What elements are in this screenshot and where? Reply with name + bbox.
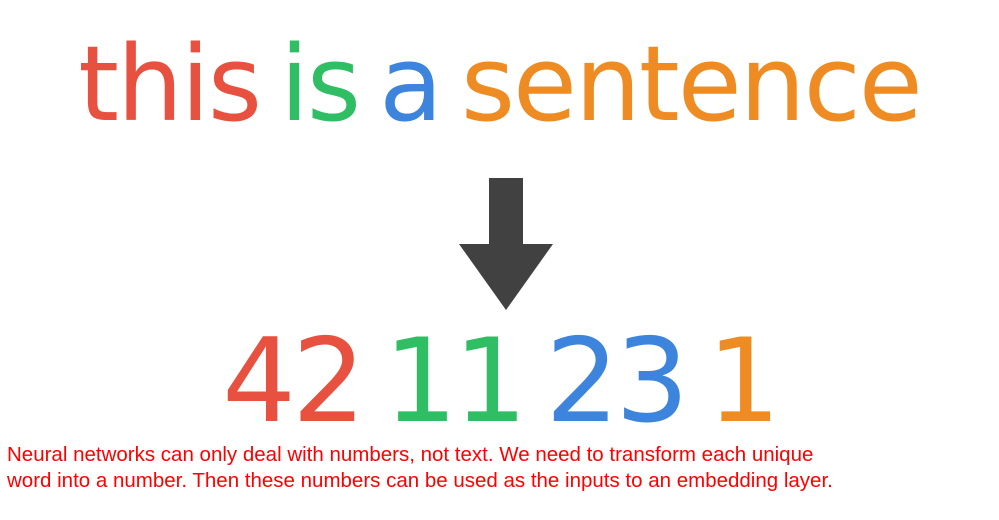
arrow-shape (459, 178, 553, 310)
token-id-11: 11 (383, 314, 528, 449)
token-id-42: 42 (222, 314, 366, 449)
word-this: this (78, 23, 262, 145)
token-id-1: 1 (707, 314, 781, 449)
token-id-23: 23 (545, 314, 689, 449)
caption: Neural networks can only deal with numbe… (7, 442, 997, 494)
word-is: is (280, 23, 361, 145)
caption-line-2: word into a number. Then these numbers c… (7, 469, 833, 492)
token-ids: 42 11 23 1 (0, 322, 999, 442)
word-a: a (379, 23, 443, 145)
word-sentence: sentence (460, 23, 923, 145)
input-sentence: this is a sentence (0, 14, 999, 154)
down-arrow-icon (459, 178, 553, 310)
caption-line-1: Neural networks can only deal with numbe… (7, 443, 814, 466)
